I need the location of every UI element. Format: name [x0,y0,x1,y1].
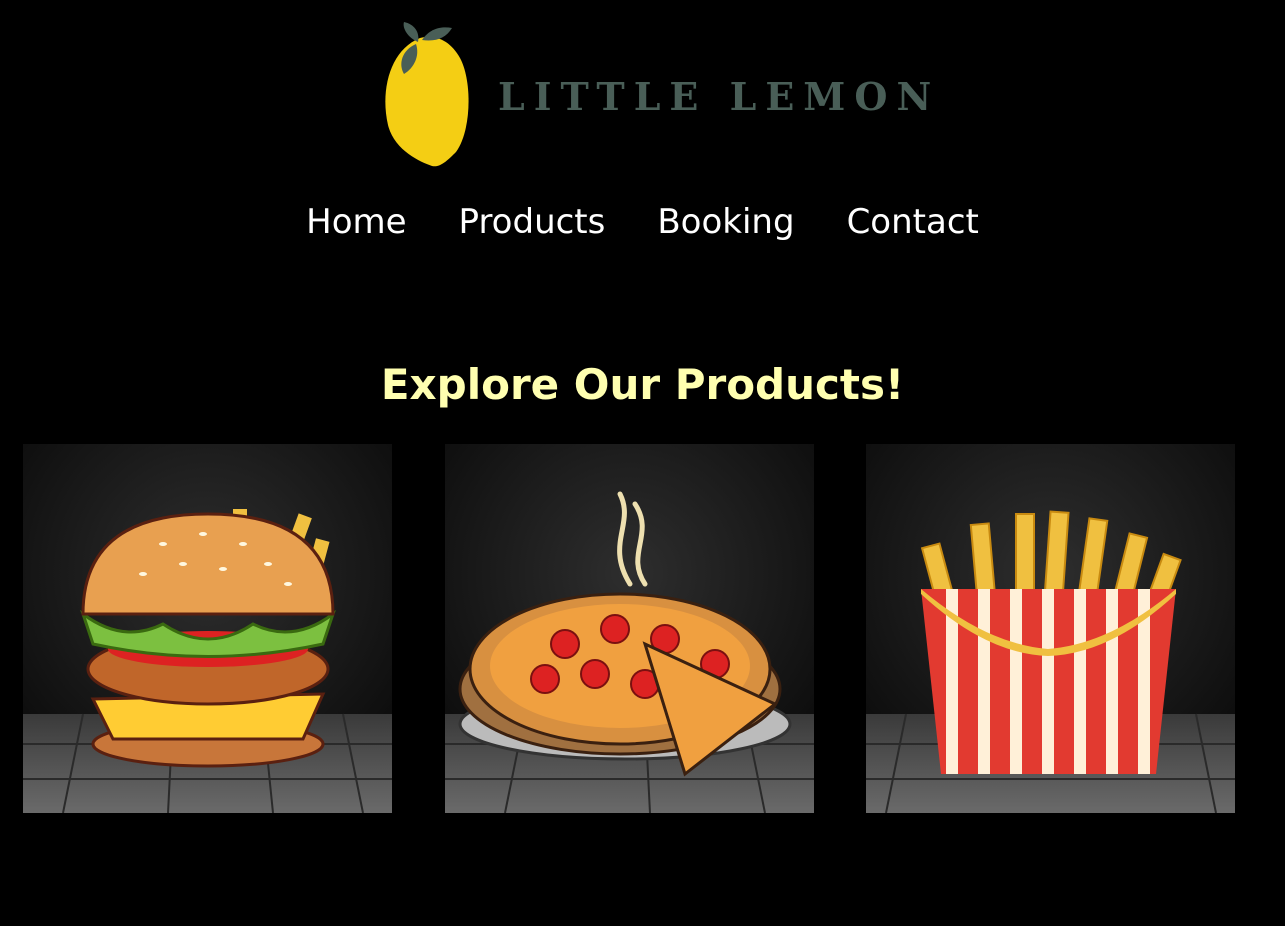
nav-booking[interactable]: Booking [657,198,794,246]
burger-image [23,444,392,813]
brand-name: LITTLE LEMON [498,74,941,119]
pizza-image [445,444,814,813]
main-nav: Home Products Booking Contact [0,198,1285,246]
product-card-burger[interactable] [23,444,392,813]
product-card-pizza[interactable] [445,444,814,813]
page-heading: Explore Our Products! [380,360,905,409]
fries-image [866,444,1235,813]
nav-home[interactable]: Home [306,198,406,246]
nav-contact[interactable]: Contact [847,198,979,246]
site-logo[interactable]: LITTLE LEMON [380,20,931,170]
product-card-fries[interactable] [866,444,1235,813]
nav-products[interactable]: Products [459,198,606,246]
lemon-icon [385,22,469,167]
